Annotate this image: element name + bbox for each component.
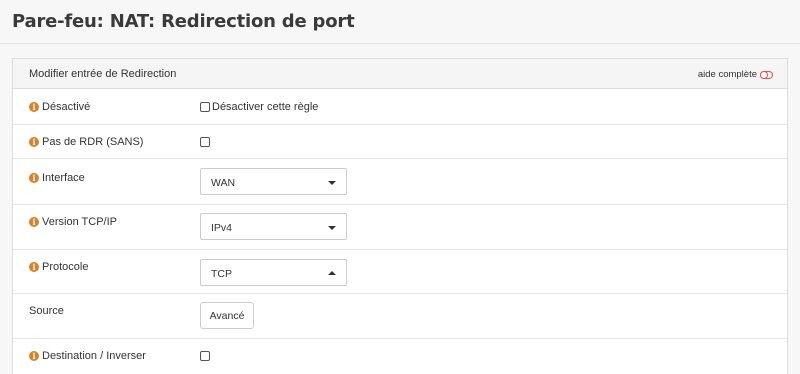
row-disabled: i Désactivé Désactiver cette règle [13,90,787,125]
disabled-label: Désactivé [42,101,91,113]
info-circle-icon[interactable]: i [29,262,39,272]
interface-label: Interface [42,172,85,184]
info-circle-icon[interactable]: i [29,102,39,112]
row-protocol: i Protocole TCP [13,250,787,294]
source-label: Source [29,305,64,317]
panel-title: Modifier entrée de Redirection [29,68,177,80]
row-interface: i Interface WAN [13,159,787,205]
disable-rule-checkbox-label[interactable]: Désactiver cette règle [212,101,318,113]
interface-select-value: WAN [211,177,236,189]
caret-down-icon [328,226,336,230]
info-circle-icon[interactable]: i [29,137,39,147]
full-help-toggle[interactable]: aide complète [698,69,773,80]
interface-select[interactable]: WAN [200,168,347,195]
protocol-select[interactable]: TCP [200,259,347,286]
redirect-edit-panel: Modifier entrée de Redirection aide comp… [12,58,788,374]
ipversion-label: Version TCP/IP [42,216,117,228]
row-disabled-label-group: i Désactivé [29,101,90,113]
caret-up-icon [328,271,336,275]
row-destination: i Destination / Inverser [13,339,787,374]
info-circle-icon[interactable]: i [29,351,39,361]
destination-label: Destination / Inverser [42,350,146,362]
full-help-label: aide complète [697,69,757,80]
row-interface-label-group: i Interface [29,172,85,184]
caret-down-icon [328,181,336,185]
row-nordr-label-group: i Pas de RDR (SANS) [29,136,143,148]
page-title: Pare-feu: NAT: Redirection de port [12,11,355,32]
ipversion-select[interactable]: IPv4 [200,213,347,240]
protocol-select-value: TCP [211,268,232,280]
toggle-off-icon[interactable] [760,70,773,79]
ipversion-select-value: IPv4 [211,222,233,234]
panel-heading: Modifier entrée de Redirection aide comp… [13,59,787,89]
row-ipversion: i Version TCP/IP IPv4 [13,205,787,250]
info-circle-icon[interactable]: i [29,173,39,183]
destination-invert-checkbox[interactable] [200,351,210,361]
nordr-label: Pas de RDR (SANS) [42,136,144,148]
source-advanced-button[interactable]: Avancé [200,302,254,329]
row-protocol-label-group: i Protocole [29,261,88,273]
disable-rule-checkbox[interactable] [200,102,210,112]
protocol-label: Protocole [42,261,89,273]
page-header: Pare-feu: NAT: Redirection de port [0,0,800,44]
row-destination-label-group: i Destination / Inverser [29,350,146,362]
row-nordr: i Pas de RDR (SANS) [13,125,787,159]
info-circle-icon[interactable]: i [29,217,39,227]
row-ipversion-label-group: i Version TCP/IP [29,216,117,228]
nordr-checkbox[interactable] [200,137,210,147]
row-source-label-group: Source [29,305,64,317]
row-source: Source Avancé [13,294,787,339]
